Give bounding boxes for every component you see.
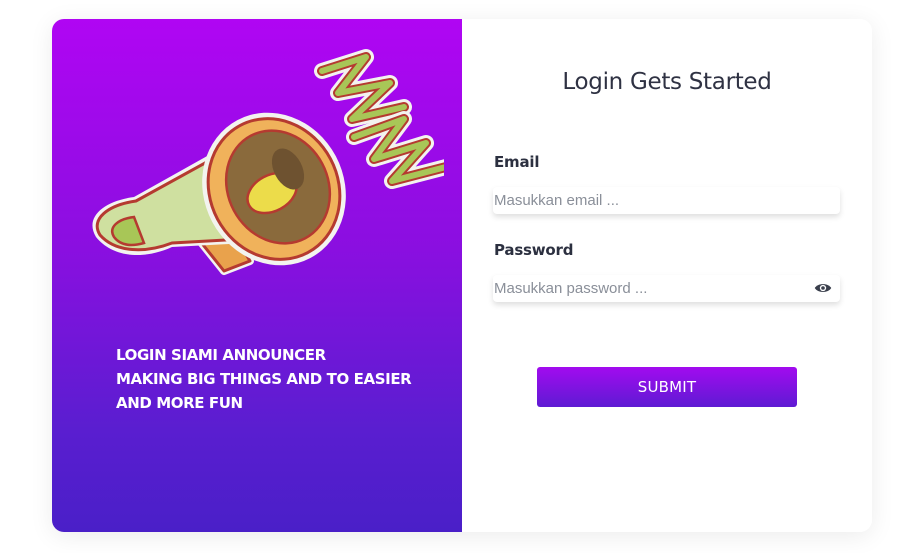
login-card: LOGIN SIAMI ANNOUNCER MAKING BIG THINGS … xyxy=(52,19,872,532)
email-field[interactable] xyxy=(493,187,794,214)
email-label: Email xyxy=(494,153,540,171)
tagline-line: AND MORE FUN xyxy=(116,394,243,412)
tagline: LOGIN SIAMI ANNOUNCER MAKING BIG THINGS … xyxy=(116,343,436,415)
megaphone-icon xyxy=(92,49,444,275)
eye-icon[interactable] xyxy=(814,281,832,295)
login-form-panel: Login Gets Started Email Password SUBMIT xyxy=(462,19,872,532)
password-label: Password xyxy=(494,241,574,259)
email-field-wrapper xyxy=(493,187,840,214)
password-field-wrapper xyxy=(493,275,840,302)
tagline-line: LOGIN SIAMI ANNOUNCER xyxy=(116,346,326,364)
form-title: Login Gets Started xyxy=(562,69,772,95)
password-field[interactable] xyxy=(493,275,794,302)
tagline-line: MAKING BIG THINGS AND TO EASIER xyxy=(116,370,412,388)
submit-button[interactable]: SUBMIT xyxy=(537,367,797,407)
branding-panel: LOGIN SIAMI ANNOUNCER MAKING BIG THINGS … xyxy=(52,19,462,532)
